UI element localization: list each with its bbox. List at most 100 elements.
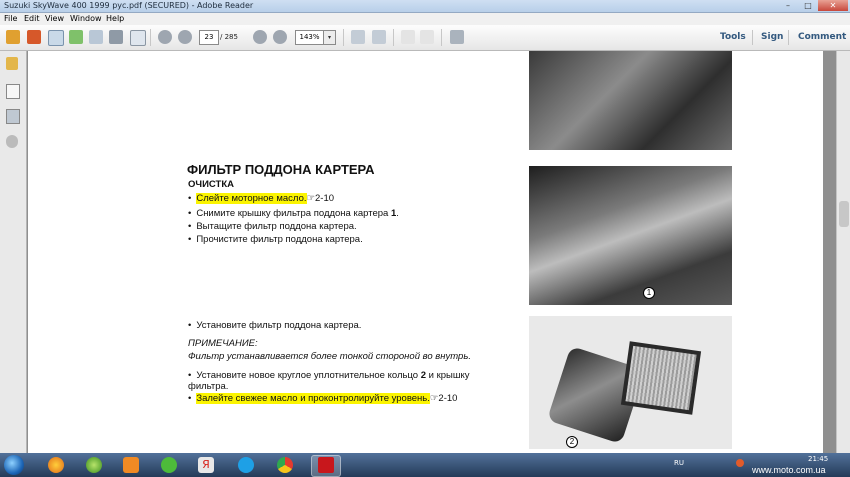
watermark: www.moto.com.ua [752, 465, 826, 475]
page-thumbnails-icon[interactable] [6, 84, 20, 99]
step-text: Установите фильтр поддона картера. [196, 320, 362, 331]
toolbar: 23 / 285 143% ▾ Tools Sign Comment [0, 25, 850, 51]
taskbar-app-firefox[interactable] [42, 455, 70, 475]
app-icon [86, 457, 102, 473]
menu-window[interactable]: Window [70, 13, 102, 25]
next-page-icon[interactable] [178, 30, 192, 44]
toolbar-separator [393, 29, 394, 46]
highlight-icon[interactable] [401, 30, 415, 44]
menu-edit[interactable]: Edit [24, 13, 40, 25]
step-end: . [396, 208, 399, 219]
taskbar-app-icq[interactable] [155, 455, 183, 475]
page-reference: ☞2-10 [429, 393, 458, 404]
engine-photo-top [529, 51, 732, 150]
lock-icon[interactable] [6, 57, 18, 70]
toolbar-separator [752, 30, 753, 45]
filter-parts-photo [529, 316, 732, 449]
step-install-oring-cont: фильтра. [188, 381, 229, 392]
page-reference: ☞2-10 [306, 193, 335, 204]
taskbar: Я RU 21:45 [0, 453, 850, 477]
step-text: Снимите крышку фильтра поддона картера [196, 208, 389, 219]
section-heading: ФИЛЬТР ПОДДОНА КАРТЕРА [187, 162, 375, 177]
step-drain-oil: • Слейте моторное масло.☞2-10 [188, 193, 334, 204]
step-install-oring: • Установите новое круглое уплотнительное… [188, 370, 513, 381]
toolbar-separator [150, 29, 151, 46]
step-text: Залейте свежее масло и проконтролируйте … [196, 393, 430, 404]
bookmarks-icon[interactable] [6, 109, 20, 124]
toolbar-separator [343, 29, 344, 46]
comment-link[interactable]: Comment [798, 25, 846, 50]
step-text: Вытащите фильтр поддона картера. [196, 221, 357, 232]
step-clean-filter: • Прочистите фильтр поддона картера. [188, 234, 363, 245]
zoom-dropdown-icon[interactable]: ▾ [323, 30, 336, 45]
step-text: Слейте моторное масло. [196, 193, 307, 204]
sign-link[interactable]: Sign [761, 25, 783, 50]
note-title: ПРИМЕЧАНИЕ: [188, 338, 258, 349]
fit-page-icon[interactable] [372, 30, 386, 44]
fit-width-icon[interactable] [351, 30, 365, 44]
minimize-button[interactable]: – [778, 0, 798, 11]
taskbar-app-chrome[interactable] [271, 455, 299, 475]
taskbar-app-yandex[interactable]: Я [192, 455, 220, 475]
zoom-out-icon[interactable] [253, 30, 267, 44]
at-icon [161, 457, 177, 473]
odnoklassniki-icon [123, 457, 139, 473]
attachments-icon[interactable] [6, 135, 18, 148]
tray-icon[interactable] [736, 459, 744, 467]
taskbar-app-green[interactable] [80, 455, 108, 475]
save-icon[interactable] [89, 30, 103, 44]
email-icon[interactable] [130, 30, 146, 46]
start-button[interactable] [4, 455, 24, 475]
menu-file[interactable]: File [4, 13, 17, 25]
toolbar-separator [788, 30, 789, 45]
callout-1: 1 [643, 287, 655, 299]
bullet: • [188, 208, 192, 219]
zoom-in-icon[interactable] [273, 30, 287, 44]
bullet: • [188, 370, 192, 381]
tools-link[interactable]: Tools [720, 25, 746, 50]
taskbar-app-adobe-reader[interactable] [311, 455, 341, 477]
sticky-note-icon[interactable] [420, 30, 434, 44]
combine-icon[interactable] [27, 30, 41, 44]
menu-help[interactable]: Help [106, 13, 124, 25]
vertical-scrollbar[interactable] [836, 51, 850, 453]
callout-2: 2 [566, 436, 578, 448]
create-pdf-icon[interactable] [6, 30, 20, 44]
step-remove-cover: • Снимите крышку фильтра поддона картера … [188, 208, 399, 219]
share-icon[interactable] [69, 30, 83, 44]
previous-page-icon[interactable] [158, 30, 172, 44]
chrome-icon [277, 457, 293, 473]
step-text: Установите новое круглое уплотнительное … [196, 370, 419, 381]
open-icon[interactable] [48, 30, 64, 46]
close-button[interactable]: ✕ [818, 0, 848, 11]
scrollbar-thumb[interactable] [839, 201, 849, 227]
taskbar-app-odnoklassniki[interactable] [117, 455, 145, 475]
step-text-cont: и крышку [428, 370, 470, 381]
adobe-reader-icon [318, 457, 334, 473]
clock[interactable]: 21:45 [808, 453, 828, 465]
skype-icon [238, 457, 254, 473]
filter-mesh-part [620, 341, 702, 415]
bullet: • [188, 320, 192, 331]
page-number-input[interactable]: 23 [199, 30, 219, 45]
maximize-button[interactable]: □ [798, 0, 818, 11]
navigation-panel [0, 51, 27, 453]
bullet: • [188, 393, 192, 404]
step-install-filter: • Установите фильтр поддона картера. [188, 320, 361, 331]
zoom-input[interactable]: 143% [295, 30, 324, 45]
menu-view[interactable]: View [45, 13, 64, 25]
title-bar: Suzuki SkyWave 400 1999 рус.pdf (SECURED… [0, 0, 850, 13]
language-indicator[interactable]: RU [674, 457, 684, 469]
section-subheading: ОЧИСТКА [188, 179, 234, 190]
note-text: Фильтр устанавливается более тонкой стор… [188, 351, 471, 362]
bullet: • [188, 193, 192, 204]
toolbar-separator [441, 29, 442, 46]
print-icon[interactable] [109, 30, 123, 44]
taskbar-app-skype[interactable] [232, 455, 260, 475]
expand-icon[interactable] [450, 30, 464, 44]
window-title: Suzuki SkyWave 400 1999 рус.pdf (SECURED… [4, 1, 254, 10]
window-controls: – □ ✕ [778, 0, 848, 11]
firefox-icon [48, 457, 64, 473]
step-fill-oil: • Залейте свежее масло и проконтролируйте… [188, 393, 457, 404]
step-text: Прочистите фильтр поддона картера. [196, 234, 363, 245]
